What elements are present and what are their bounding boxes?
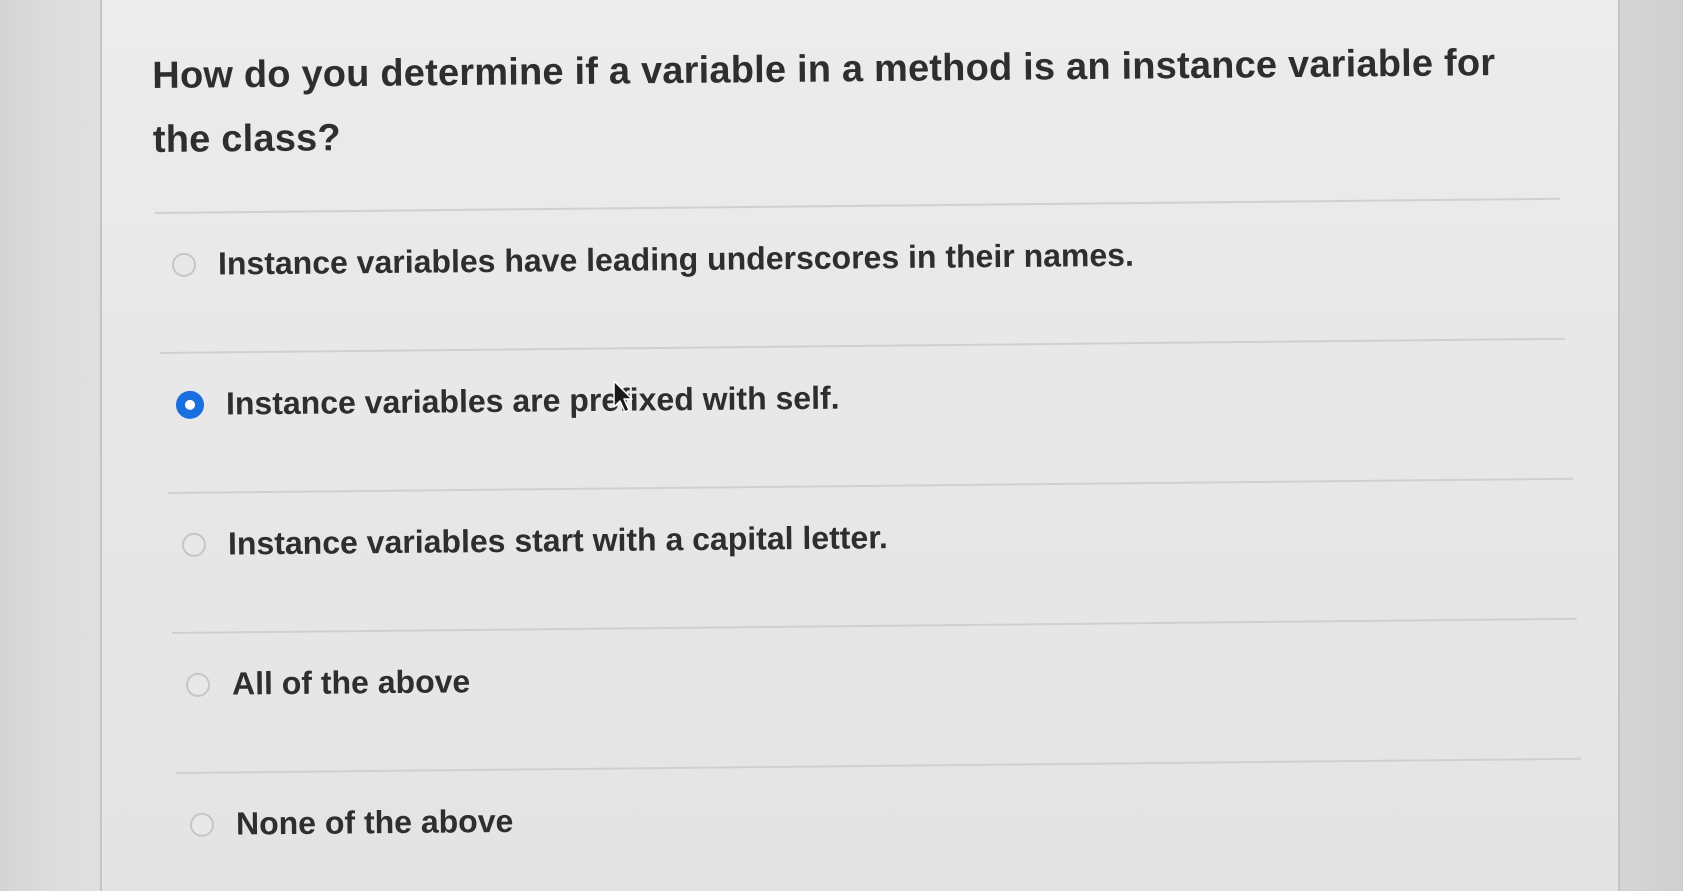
radio-button-selected-icon[interactable] xyxy=(175,390,205,419)
radio-button-icon[interactable] xyxy=(189,812,215,837)
option-label: None of the above xyxy=(235,802,514,842)
radio-button-icon[interactable] xyxy=(181,532,207,557)
mouse-pointer-icon xyxy=(613,380,633,413)
option-label: All of the above xyxy=(231,663,471,702)
option-capital-letter[interactable]: Instance variables start with a capital … xyxy=(181,519,888,563)
question-text: How do you determine if a variable in a … xyxy=(152,42,1496,161)
option-label: Instance variables start with a capital … xyxy=(227,519,888,562)
option-label: Instance variables are prefixed with sel… xyxy=(225,379,840,422)
option-none-of-the-above[interactable]: None of the above xyxy=(189,802,514,843)
option-all-of-the-above[interactable]: All of the above xyxy=(185,663,471,703)
option-prefixed-with-self[interactable]: Instance variables are prefixed with sel… xyxy=(175,379,840,423)
radio-button-icon[interactable] xyxy=(171,252,197,277)
radio-button-icon[interactable] xyxy=(185,672,211,697)
screen: How do you determine if a variable in a … xyxy=(0,0,1683,891)
